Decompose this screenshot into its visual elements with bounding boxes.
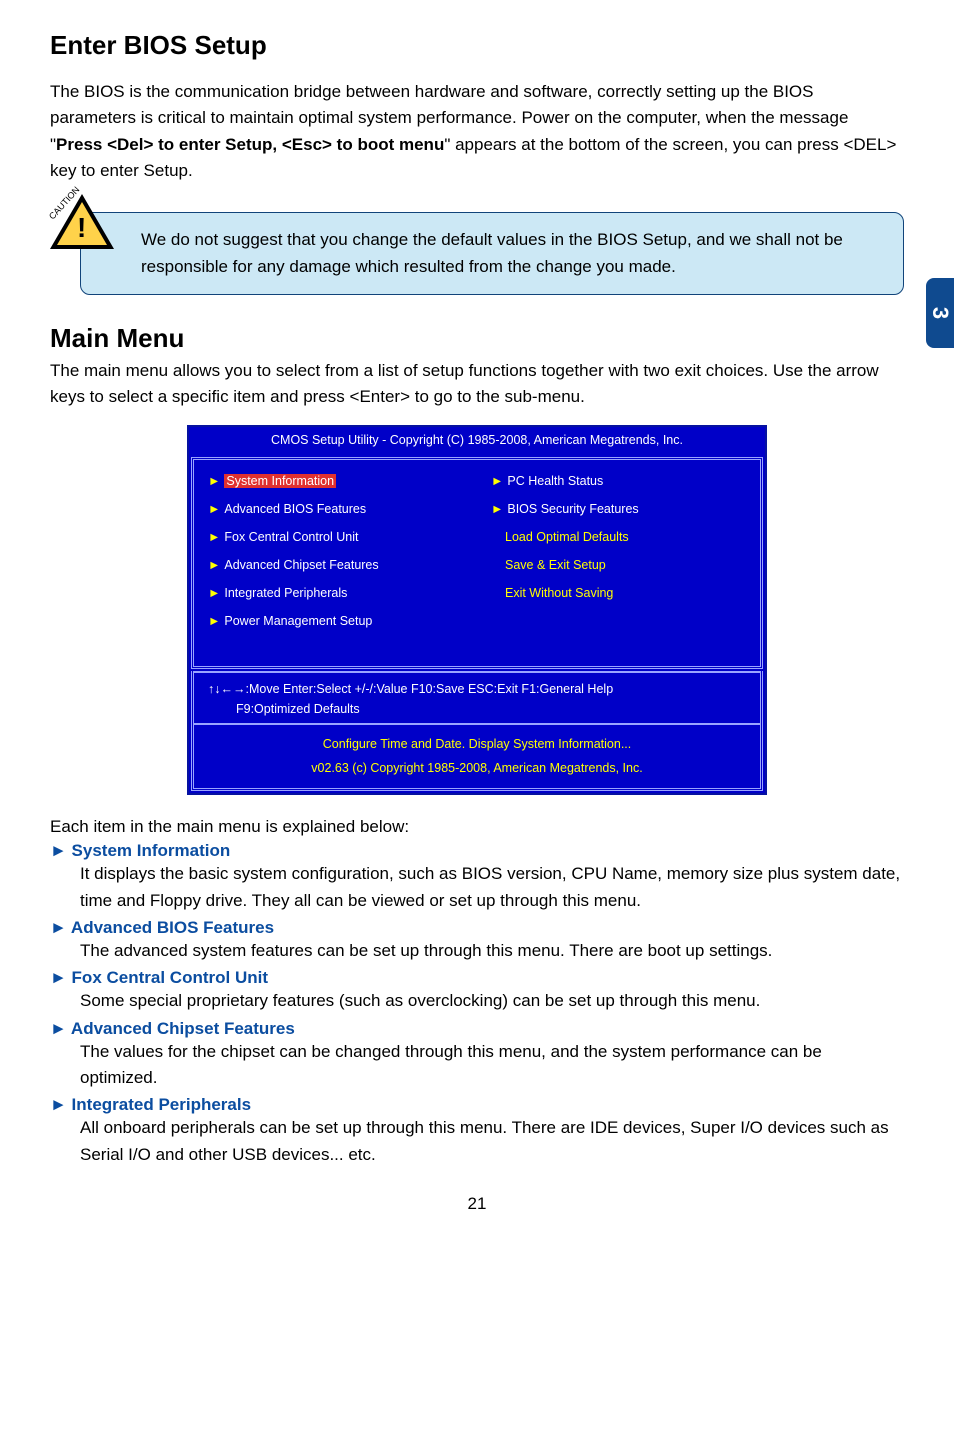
menu-arrow-icon: ► xyxy=(208,614,220,628)
description-body: All onboard peripherals can be set up th… xyxy=(50,1115,904,1168)
menu-arrow-icon: ► xyxy=(208,586,220,600)
bios-item-label: PC Health Status xyxy=(507,474,603,488)
bios-item-bios-security[interactable]: ► BIOS Security Features xyxy=(491,502,750,516)
section-heading-main-menu: Main Menu xyxy=(50,323,904,354)
caution-callout: ! CAUTION We do not suggest that you cha… xyxy=(50,212,904,295)
bios-title-bar: CMOS Setup Utility - Copyright (C) 1985-… xyxy=(189,427,765,455)
bios-desc-line1: Configure Time and Date. Display System … xyxy=(204,733,750,757)
bios-item-fox-central[interactable]: ► Fox Central Control Unit xyxy=(208,530,467,544)
description-heading: ► Integrated Peripherals xyxy=(50,1095,904,1115)
caution-text: We do not suggest that you change the de… xyxy=(80,212,904,295)
intro-text-bold: Press <Del> to enter Setup, <Esc> to boo… xyxy=(56,135,444,154)
description-heading: ► Fox Central Control Unit xyxy=(50,968,904,988)
main-menu-paragraph: The main menu allows you to select from … xyxy=(50,358,904,411)
menu-arrow-icon: ► xyxy=(208,558,220,572)
page-number: 21 xyxy=(50,1194,904,1214)
chapter-tab-number: 3 xyxy=(927,307,953,319)
description-heading: ► Advanced Chipset Features xyxy=(50,1019,904,1039)
bios-help-bar: ↑↓←→:Move Enter:Select +/-/:Value F10:Sa… xyxy=(194,671,760,723)
bios-item-advanced-bios[interactable]: ► Advanced BIOS Features xyxy=(208,502,467,516)
description-advanced-bios: ► Advanced BIOS Features The advanced sy… xyxy=(50,918,904,964)
bios-item-pc-health[interactable]: ► PC Health Status xyxy=(491,474,750,488)
description-system-information: ► System Information It displays the bas… xyxy=(50,841,904,914)
menu-arrow-icon: ► xyxy=(491,502,503,516)
bios-item-load-optimal[interactable]: Load Optimal Defaults xyxy=(491,530,750,544)
chapter-tab: 3 xyxy=(926,278,954,348)
menu-arrow-icon: ► xyxy=(208,502,220,516)
bios-item-label: Fox Central Control Unit xyxy=(224,530,358,544)
description-body: The values for the chipset can be change… xyxy=(50,1039,904,1092)
description-heading: ► System Information xyxy=(50,841,904,861)
bios-item-label: BIOS Security Features xyxy=(507,502,638,516)
description-body: Some special proprietary features (such … xyxy=(50,988,904,1014)
bios-screenshot: CMOS Setup Utility - Copyright (C) 1985-… xyxy=(187,425,767,796)
bios-left-column: ► System Information ► Advanced BIOS Featu… xyxy=(194,460,477,666)
bios-item-advanced-chipset[interactable]: ► Advanced Chipset Features xyxy=(208,558,467,572)
bios-item-label: System Information xyxy=(224,474,336,488)
bios-help-line1: ↑↓←→:Move Enter:Select +/-/:Value F10:Sa… xyxy=(208,679,746,699)
bios-right-column: ► PC Health Status ► BIOS Security Feature… xyxy=(477,460,760,666)
bios-item-label: Advanced Chipset Features xyxy=(224,558,378,572)
intro-paragraph: The BIOS is the communication bridge bet… xyxy=(50,79,904,184)
bios-item-exit-no-save[interactable]: Exit Without Saving xyxy=(491,586,750,600)
bios-item-power-management[interactable]: ► Power Management Setup xyxy=(208,614,467,628)
bios-description-bar: Configure Time and Date. Display System … xyxy=(194,723,760,789)
bios-help-line2: F9:Optimized Defaults xyxy=(208,699,746,719)
description-body: It displays the basic system configurati… xyxy=(50,861,904,914)
caution-bang: ! xyxy=(77,212,86,244)
section-heading-enter-bios: Enter BIOS Setup xyxy=(50,30,904,61)
description-integrated-peripherals: ► Integrated Peripherals All onboard per… xyxy=(50,1095,904,1168)
bios-item-system-information[interactable]: ► System Information xyxy=(208,474,467,488)
menu-arrow-icon: ► xyxy=(208,530,220,544)
bios-item-label: Integrated Peripherals xyxy=(224,586,347,600)
description-body: The advanced system features can be set … xyxy=(50,938,904,964)
bios-item-save-exit[interactable]: Save & Exit Setup xyxy=(491,558,750,572)
description-advanced-chipset: ► Advanced Chipset Features The values f… xyxy=(50,1019,904,1092)
bios-item-integrated-peripherals[interactable]: ► Integrated Peripherals xyxy=(208,586,467,600)
bios-item-label: Power Management Setup xyxy=(224,614,372,628)
bios-item-label: Advanced BIOS Features xyxy=(224,502,366,516)
description-heading: ► Advanced BIOS Features xyxy=(50,918,904,938)
bios-body: ► System Information ► Advanced BIOS Featu… xyxy=(191,457,763,669)
description-fox-central: ► Fox Central Control Unit Some special … xyxy=(50,968,904,1014)
menu-arrow-icon: ► xyxy=(491,474,503,488)
caution-icon: ! CAUTION xyxy=(50,194,114,250)
descriptions-intro: Each item in the main menu is explained … xyxy=(50,817,904,837)
bios-footer: ↑↓←→:Move Enter:Select +/-/:Value F10:Sa… xyxy=(191,671,763,792)
bios-desc-line2: v02.63 (c) Copyright 1985-2008, American… xyxy=(204,757,750,781)
menu-arrow-icon: ► xyxy=(208,474,220,488)
